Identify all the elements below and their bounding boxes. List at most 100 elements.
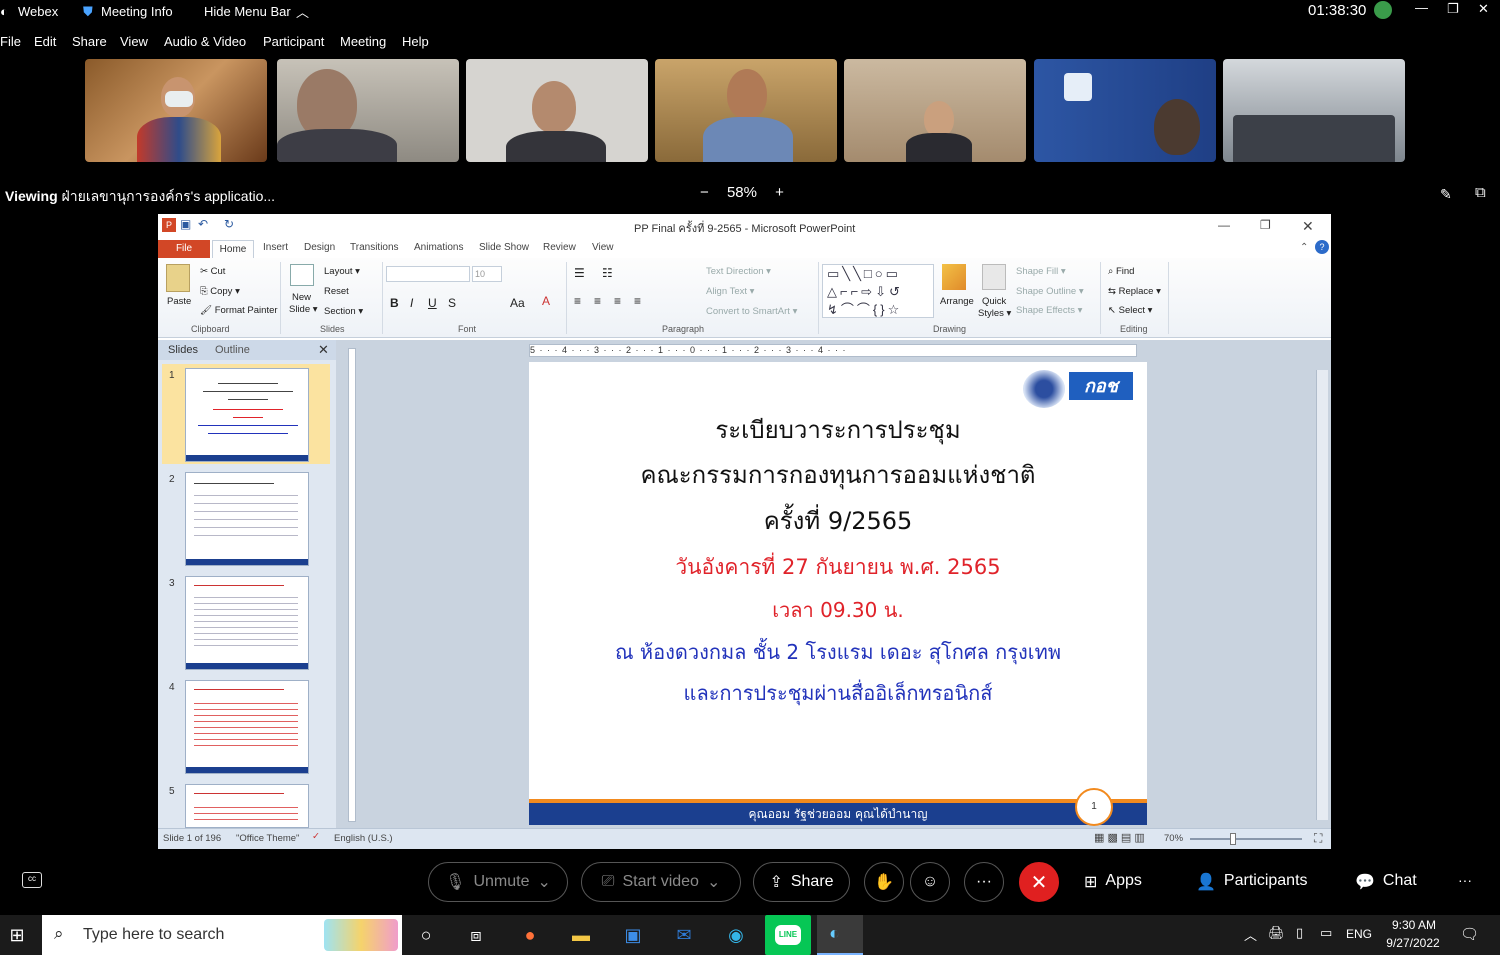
new-slide-button[interactable]: New bbox=[292, 292, 311, 303]
vertical-scrollbar[interactable] bbox=[1316, 370, 1328, 820]
save-icon[interactable]: ▣ bbox=[180, 217, 191, 231]
ppt-restore-icon[interactable]: ❐ bbox=[1260, 218, 1271, 232]
network-status-icon[interactable] bbox=[1374, 1, 1392, 19]
clock-time[interactable]: 9:30 AM bbox=[1384, 918, 1444, 932]
captions-icon[interactable]: cc bbox=[22, 872, 42, 888]
hide-menu-bar-button[interactable]: Hide Menu Bar bbox=[204, 4, 291, 19]
slide-thumbnail[interactable] bbox=[185, 784, 309, 828]
tab-file[interactable]: File bbox=[158, 240, 210, 258]
font-name-select[interactable] bbox=[386, 266, 470, 282]
font-size-select[interactable]: 10 bbox=[472, 266, 502, 282]
unmute-button[interactable]: 🎙 Unmute ⌄ bbox=[428, 862, 568, 902]
chat-button[interactable]: 💬 Chat bbox=[1355, 872, 1417, 892]
spellcheck-icon[interactable]: ✓ bbox=[312, 831, 320, 842]
menu-meeting[interactable]: Meeting bbox=[340, 34, 386, 49]
shapes-gallery[interactable]: ▭╲╲□○▭ △⌐⌐⇨⇩↺ ↯⌒⌒{}☆ bbox=[822, 264, 934, 318]
ppt-close-icon[interactable]: ✕ bbox=[1302, 218, 1314, 235]
ribbon-collapse-icon[interactable]: ⌃ bbox=[1300, 242, 1308, 253]
clock-date[interactable]: 9/27/2022 bbox=[1380, 936, 1446, 950]
ppt-minimize-icon[interactable]: — bbox=[1218, 218, 1230, 232]
overflow-button[interactable]: ··· bbox=[1458, 872, 1472, 888]
replace-button[interactable]: ⇆ Replace ▾ bbox=[1108, 286, 1161, 297]
participants-button[interactable]: 👤 Participants bbox=[1196, 872, 1308, 892]
webex-taskbar-icon[interactable]: ◐ bbox=[817, 915, 863, 955]
slide-canvas[interactable]: กอช ระเบียบวาระการประชุม คณะกรรมการกองทุ… bbox=[529, 362, 1147, 826]
zoom-slider[interactable] bbox=[1190, 838, 1302, 840]
tray-chevron-icon[interactable]: ︿ bbox=[1244, 925, 1257, 944]
minimize-icon[interactable]: — bbox=[1415, 0, 1428, 15]
align-left-button[interactable]: ≡ bbox=[574, 294, 581, 308]
edge-icon[interactable]: ◉ bbox=[724, 923, 748, 947]
font-size-button[interactable]: Aa bbox=[510, 296, 525, 310]
apps-button[interactable]: ⊞ Apps bbox=[1084, 872, 1142, 892]
search-highlight-image[interactable] bbox=[324, 919, 398, 951]
smartart-button[interactable]: Convert to SmartArt ▾ bbox=[706, 306, 797, 317]
participant-video-4[interactable] bbox=[655, 59, 837, 162]
tray-device-icon[interactable]: 🖨 bbox=[1268, 925, 1285, 941]
chevron-down-icon[interactable]: ⌄ bbox=[537, 872, 550, 892]
tab-review[interactable]: Review bbox=[543, 242, 576, 253]
font-color-button[interactable]: A bbox=[542, 294, 550, 308]
format-painter-button[interactable]: 🖌 Format Painter bbox=[200, 305, 278, 316]
select-button[interactable]: ↖ Select ▾ bbox=[1108, 305, 1152, 316]
menu-participant[interactable]: Participant bbox=[263, 34, 324, 49]
tab-view[interactable]: View bbox=[592, 242, 614, 253]
notifications-icon[interactable]: 🗨 bbox=[1460, 925, 1479, 943]
quick-styles-button[interactable]: Quick bbox=[982, 296, 1006, 307]
menu-edit[interactable]: Edit bbox=[34, 34, 56, 49]
task-view-icon[interactable]: ⧈ bbox=[464, 923, 488, 947]
zoom-percent[interactable]: 70% bbox=[1164, 833, 1183, 844]
shape-effects-button[interactable]: Shape Effects ▾ bbox=[1016, 305, 1082, 316]
tab-transitions[interactable]: Transitions bbox=[350, 242, 399, 253]
quick-styles-dropdown[interactable]: Styles ▾ bbox=[978, 308, 1011, 319]
arrange-button[interactable]: Arrange bbox=[940, 296, 974, 307]
participant-video-6[interactable] bbox=[1034, 59, 1216, 162]
fit-window-icon[interactable]: ⛶ bbox=[1314, 831, 1322, 846]
slide-thumbnail[interactable] bbox=[185, 680, 309, 774]
align-center-button[interactable]: ≡ bbox=[594, 294, 601, 308]
numbering-button[interactable]: ☷ bbox=[602, 266, 613, 280]
reset-button[interactable]: Reset bbox=[324, 286, 349, 297]
participant-video-5[interactable] bbox=[844, 59, 1026, 162]
store-icon[interactable]: ▣ bbox=[621, 923, 645, 947]
new-slide-dropdown[interactable]: Slide ▾ bbox=[289, 304, 318, 315]
zoom-in-button[interactable]: + bbox=[775, 184, 784, 201]
underline-button[interactable]: U bbox=[428, 296, 437, 310]
help-icon[interactable]: ? bbox=[1315, 240, 1329, 254]
align-right-button[interactable]: ≡ bbox=[614, 294, 621, 308]
shape-outline-button[interactable]: Shape Outline ▾ bbox=[1016, 286, 1084, 297]
chevron-down-icon[interactable]: ⌄ bbox=[707, 872, 720, 892]
zoom-out-button[interactable]: − bbox=[700, 184, 709, 201]
tab-slides[interactable]: Slides bbox=[168, 344, 198, 356]
tab-slide-show[interactable]: Slide Show bbox=[479, 242, 529, 253]
tab-outline[interactable]: Outline bbox=[215, 344, 250, 356]
zoom-slider-thumb[interactable] bbox=[1230, 833, 1236, 845]
meeting-info-button[interactable]: Meeting Info bbox=[101, 4, 173, 19]
arrange-icon[interactable] bbox=[942, 264, 966, 290]
tray-battery-icon[interactable]: ▯ bbox=[1296, 925, 1303, 941]
paste-button[interactable]: Paste bbox=[167, 296, 191, 307]
participant-video-1[interactable] bbox=[85, 59, 267, 162]
menu-help[interactable]: Help bbox=[402, 34, 429, 49]
redo-icon[interactable]: ↻ bbox=[224, 217, 234, 231]
paste-icon[interactable] bbox=[166, 264, 190, 292]
layout-button[interactable]: Layout ▾ bbox=[324, 266, 360, 277]
windows-start-icon[interactable]: ⊞ bbox=[5, 923, 29, 947]
panel-close-icon[interactable]: ✕ bbox=[318, 342, 329, 358]
end-call-button[interactable]: ✕ bbox=[1019, 862, 1059, 902]
text-direction-button[interactable]: Text Direction ▾ bbox=[706, 266, 771, 277]
shape-fill-button[interactable]: Shape Fill ▾ bbox=[1016, 266, 1066, 277]
copy-button[interactable]: ⎘ Copy ▾ bbox=[200, 286, 240, 297]
menu-view[interactable]: View bbox=[120, 34, 148, 49]
cut-button[interactable]: ✂ Cut bbox=[200, 266, 225, 277]
participant-video-7[interactable] bbox=[1223, 59, 1405, 162]
firefox-icon[interactable]: ● bbox=[518, 923, 542, 947]
line-app-icon[interactable]: LINE bbox=[765, 915, 811, 955]
annotate-icon[interactable]: ✎ bbox=[1440, 186, 1452, 203]
slide-thumbnail[interactable] bbox=[185, 576, 309, 670]
undo-icon[interactable]: ↶ bbox=[198, 217, 208, 231]
tab-animations[interactable]: Animations bbox=[414, 242, 463, 253]
slide-thumbnail[interactable] bbox=[185, 472, 309, 566]
bullets-button[interactable]: ☰ bbox=[574, 266, 585, 280]
tab-home[interactable]: Home bbox=[212, 240, 254, 260]
